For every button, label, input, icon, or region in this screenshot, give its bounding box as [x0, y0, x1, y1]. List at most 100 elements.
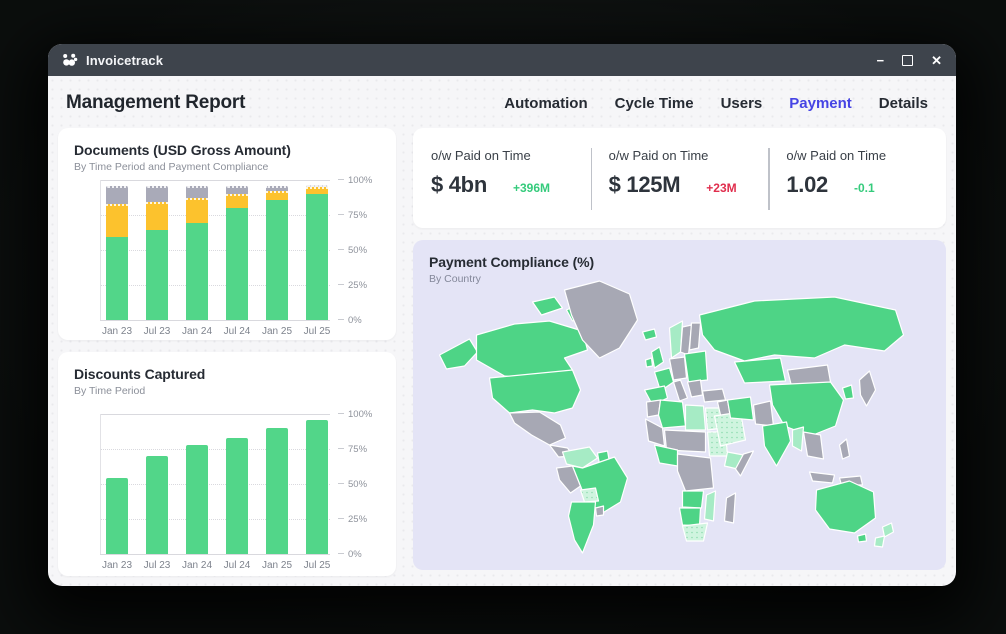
- map-region-pakistan_afghan: [754, 401, 774, 426]
- map-region-uruguay: [596, 506, 604, 516]
- x-axis-label: Jul 25: [297, 326, 337, 337]
- map-subtitle: By Country: [429, 273, 594, 285]
- map-region-uk: [652, 347, 664, 368]
- y-axis-line: [100, 414, 101, 554]
- bar-jan-24: [186, 186, 208, 320]
- map-region-philippines: [840, 439, 850, 459]
- map-region-chile_argentina: [569, 502, 596, 553]
- discounts-chart-card: Discounts Captured By Time Period 0%25%5…: [58, 352, 396, 576]
- documents-chart-card: Documents (USD Gross Amount) By Time Per…: [58, 128, 396, 340]
- bar-jul-25: [306, 185, 328, 320]
- map-region-algeria: [659, 400, 686, 428]
- y-axis-line: [100, 180, 101, 320]
- bar-segment-amber: [226, 194, 248, 208]
- map-card: Payment Compliance (%) By Country: [413, 240, 946, 570]
- gridline: [100, 554, 330, 555]
- chart-title: Documents (USD Gross Amount): [58, 128, 396, 158]
- bar-segment-green: [106, 478, 128, 554]
- app-title: Invoicetrack: [86, 53, 163, 68]
- content-area: Management Report Automation Cycle Time Us…: [48, 76, 956, 586]
- y-axis-label: 25%: [338, 280, 367, 291]
- bar-jul-25: [306, 420, 328, 554]
- bar-segment-green: [186, 223, 208, 320]
- bar-segment-amber: [266, 191, 288, 199]
- map-region-kazakhstan: [735, 358, 786, 383]
- map-region-namibia_botswana: [680, 508, 701, 526]
- map-region-korea: [843, 385, 854, 399]
- y-axis-label: 0%: [338, 315, 362, 326]
- gridline: [100, 484, 330, 485]
- tab-automation[interactable]: Automation: [504, 95, 587, 112]
- bar-segment-amber: [106, 204, 128, 238]
- bar-segment-amber: [146, 202, 168, 230]
- bar-segment-green: [266, 428, 288, 554]
- map-region-australia: [816, 481, 876, 533]
- bar-jan-24: [186, 445, 208, 554]
- bar-jan-25: [266, 428, 288, 554]
- bar-segment-green: [186, 445, 208, 554]
- title-bar: Invoicetrack − ✕: [48, 44, 956, 76]
- app-window: Invoicetrack − ✕ Management Report Autom…: [48, 44, 956, 586]
- map-region-mozambique: [705, 491, 716, 521]
- close-icon[interactable]: ✕: [931, 54, 942, 67]
- tab-cycle-time[interactable]: Cycle Time: [615, 95, 694, 112]
- map-region-bolivia: [581, 488, 599, 502]
- bar-segment-green: [146, 456, 168, 554]
- bar-jul-23: [146, 456, 168, 554]
- map-region-usa: [490, 370, 581, 413]
- bar-segment-green: [226, 208, 248, 320]
- bar-segment-green: [306, 194, 328, 320]
- tab-payment[interactable]: Payment: [789, 95, 852, 112]
- kpi-delta: +23M: [706, 181, 736, 195]
- chart-subtitle: By Time Period: [58, 382, 396, 397]
- kpi-2: o/w Paid on Time1.02-0.1: [768, 128, 946, 228]
- map-region-arctic1: [533, 297, 563, 315]
- discounts-chart-plot: 0%25%50%75%100%Jan 23Jul 23Jan 24Jul 24J…: [100, 414, 330, 554]
- y-axis-label: 75%: [338, 210, 367, 221]
- map-region-myanmar: [793, 427, 804, 451]
- bar-jul-23: [146, 186, 168, 320]
- maximize-icon[interactable]: [902, 55, 913, 66]
- tab-details[interactable]: Details: [879, 95, 928, 112]
- bar-segment-gray: [186, 186, 208, 199]
- kpi-value: $ 4bn: [431, 172, 487, 198]
- page-title: Management Report: [66, 92, 245, 114]
- x-axis-label: Jul 24: [217, 560, 257, 571]
- y-axis-label: 100%: [338, 175, 372, 186]
- kpi-card: o/w Paid on Time$ 4bn+396M o/w Paid on Ti…: [413, 128, 946, 228]
- bar-segment-amber: [306, 187, 328, 194]
- kpi-label: o/w Paid on Time: [786, 148, 946, 163]
- y-axis-label: 75%: [338, 444, 367, 455]
- map-region-mexico: [510, 412, 566, 445]
- bar-jan-23: [106, 478, 128, 554]
- invoicetrack-logo-icon: [62, 53, 78, 67]
- gridline: [100, 180, 330, 181]
- map-region-turkey: [703, 389, 726, 402]
- map-region-nz_north: [883, 523, 894, 537]
- x-axis-label: Jul 24: [217, 326, 257, 337]
- map-region-india: [763, 422, 791, 466]
- map-region-iran: [728, 397, 754, 420]
- x-axis-label: Jan 23: [97, 560, 137, 571]
- map-region-italy: [674, 380, 688, 401]
- kpi-0: o/w Paid on Time$ 4bn+396M: [413, 128, 591, 228]
- gridline: [100, 215, 330, 216]
- bar-segment-green: [226, 438, 248, 554]
- map-region-tasmania: [858, 534, 867, 542]
- bar-jul-24: [226, 438, 248, 554]
- map-region-russia: [700, 297, 904, 361]
- map-region-angola: [683, 491, 704, 508]
- map-region-se_asia: [804, 432, 824, 459]
- map-region-indonesia1: [810, 472, 835, 483]
- kpi-1: o/w Paid on Time$ 125M+23M: [591, 128, 769, 228]
- tab-users[interactable]: Users: [721, 95, 763, 112]
- map-region-balkans: [688, 380, 703, 397]
- map-title: Payment Compliance (%): [429, 254, 594, 270]
- bar-segment-gray: [146, 186, 168, 203]
- x-axis-label: Jul 23: [137, 560, 177, 571]
- kpi-value: $ 125M: [609, 172, 681, 198]
- world-map: [413, 240, 946, 570]
- map-region-iceland: [643, 329, 657, 340]
- x-axis-label: Jan 25: [257, 326, 297, 337]
- minimize-icon[interactable]: −: [877, 54, 885, 67]
